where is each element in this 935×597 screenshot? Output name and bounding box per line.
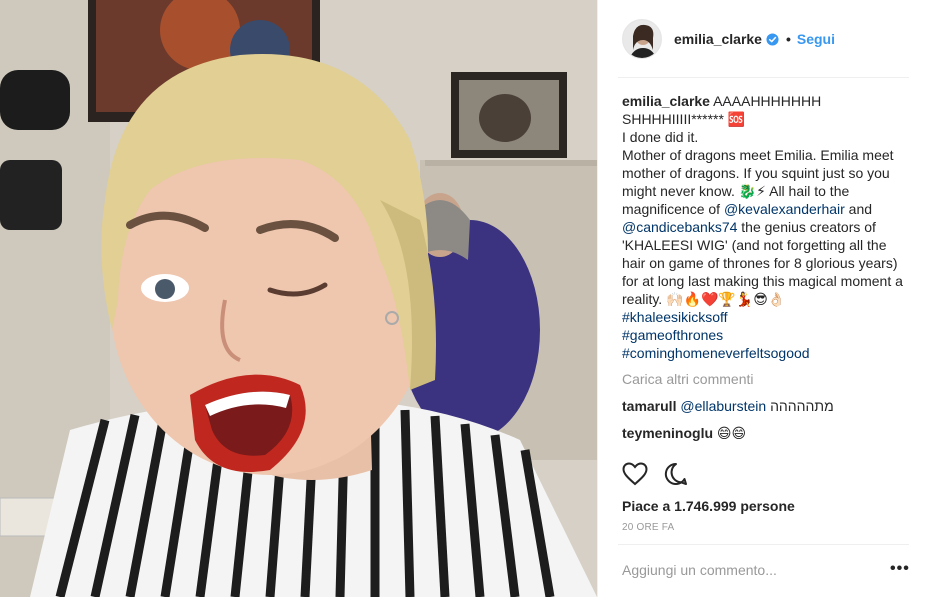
add-comment-input[interactable] [622,562,852,578]
follow-button[interactable]: Segui [797,31,835,47]
comment-item: tamarull @ellaburstein מתההההה [622,397,912,415]
more-options-icon[interactable]: ••• [890,560,910,578]
caption-username[interactable]: emilia_clarke [622,93,710,109]
post-sidebar: emilia_clarke • Segui emilia_clarke AAAA… [597,0,935,597]
verified-badge-icon [766,32,779,46]
post-photo[interactable] [0,0,597,597]
comment-username[interactable]: tamarull [622,398,676,414]
caption-and: and [844,201,876,217]
caption-text: AAAAHHHHHHH SHHHHIIIII****** 🆘 I done di… [622,93,894,217]
heart-icon[interactable] [622,462,648,486]
comments-section: emilia_clarke AAAAHHHHHHH SHHHHIIIII****… [622,92,912,442]
instagram-post: emilia_clarke • Segui emilia_clarke AAAA… [0,0,935,597]
selfie-image [0,0,597,597]
add-comment-divider [618,544,909,545]
comment-username[interactable]: teymeninoglu [622,425,713,441]
post-actions [622,462,688,486]
likes-count[interactable]: Piace a 1.746.999 persone [622,498,795,514]
comment-item: teymeninoglu 😄😄 [622,424,912,442]
header-divider [618,77,909,78]
caption: emilia_clarke AAAAHHHHHHH SHHHHIIIII****… [622,92,912,362]
hashtag-link[interactable]: #gameofthrones [622,327,723,343]
mention-link[interactable]: @candicebanks74 [622,219,737,235]
hashtag-link[interactable]: #khaleesikicksoff [622,309,728,325]
avatar-image [623,20,661,58]
separator-dot: • [785,31,791,47]
comment-text: 😄😄 [713,425,747,441]
load-more-comments[interactable]: Carica altri commenti [622,370,912,388]
post-username[interactable]: emilia_clarke [674,31,762,47]
post-header: emilia_clarke • Segui [598,0,935,78]
comment-icon[interactable] [664,462,688,486]
hashtag-link[interactable]: #cominghomeneverfeltsogood [622,345,810,361]
comment-text: מתההההה [766,398,834,414]
avatar[interactable] [622,19,662,59]
mention-link[interactable]: @ellaburstein [680,398,766,414]
post-time[interactable]: 20 ORE FA [622,522,674,533]
mention-link[interactable]: @kevalexanderhair [724,201,845,217]
